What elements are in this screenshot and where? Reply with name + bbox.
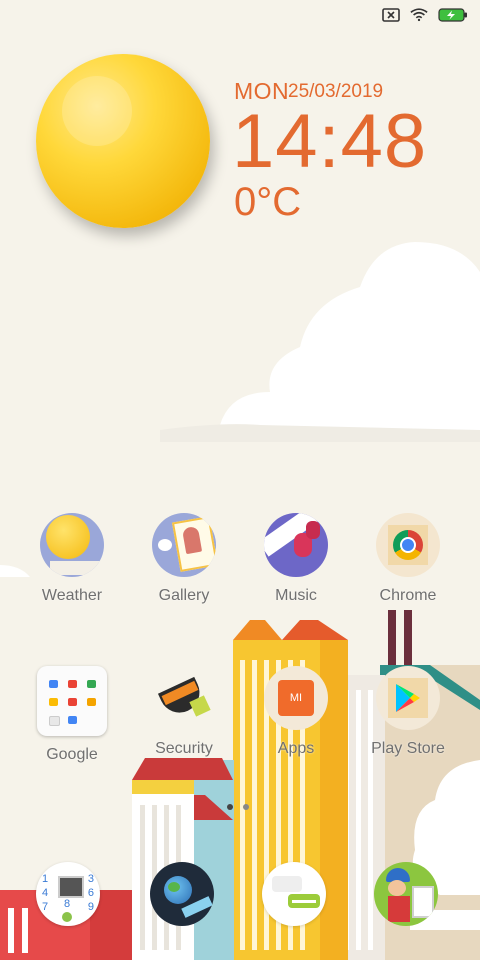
play-store-icon [376, 666, 440, 730]
page-indicator[interactable] [227, 804, 249, 810]
weather-sun-widget[interactable] [36, 54, 210, 228]
security-icon [152, 666, 216, 730]
music-icon [264, 513, 328, 577]
app-label: Music [275, 587, 317, 604]
app-label: Chrome [379, 587, 437, 604]
page-dot-1[interactable] [227, 804, 233, 810]
weather-icon [40, 513, 104, 577]
app-security[interactable]: Security [124, 666, 244, 758]
app-label: Google [46, 746, 98, 763]
temperature: 0°C [234, 180, 302, 224]
app-music[interactable]: Music [236, 513, 356, 605]
mi-apps-icon: MI [264, 666, 328, 730]
status-bar [382, 8, 468, 22]
phone-icon[interactable]: 147 369 8 [36, 862, 100, 926]
app-google-folder[interactable]: Google [12, 666, 132, 764]
app-label: Play Store [371, 740, 445, 757]
chrome-icon [376, 513, 440, 577]
app-chrome[interactable]: Chrome [348, 513, 468, 605]
themes-icon[interactable] [374, 862, 438, 926]
app-apps[interactable]: MI Apps [236, 666, 356, 758]
app-gallery[interactable]: Gallery [124, 513, 244, 605]
wifi-icon [410, 8, 428, 22]
app-weather[interactable]: Weather [12, 513, 132, 605]
sim-blocked-icon [382, 8, 400, 22]
gallery-icon [152, 513, 216, 577]
app-play-store[interactable]: Play Store [348, 666, 468, 758]
cloud-decoration [160, 242, 480, 442]
app-label: Gallery [158, 587, 210, 604]
app-label: Apps [277, 740, 315, 757]
battery-charging-icon [438, 8, 467, 22]
app-label: Security [155, 740, 213, 757]
app-label: Weather [41, 587, 103, 604]
page-dot-2[interactable] [243, 804, 249, 810]
google-folder-icon [37, 666, 107, 736]
clock-time[interactable]: 14:48 [232, 98, 427, 185]
browser-icon[interactable] [150, 862, 214, 926]
messages-icon[interactable] [262, 862, 326, 926]
